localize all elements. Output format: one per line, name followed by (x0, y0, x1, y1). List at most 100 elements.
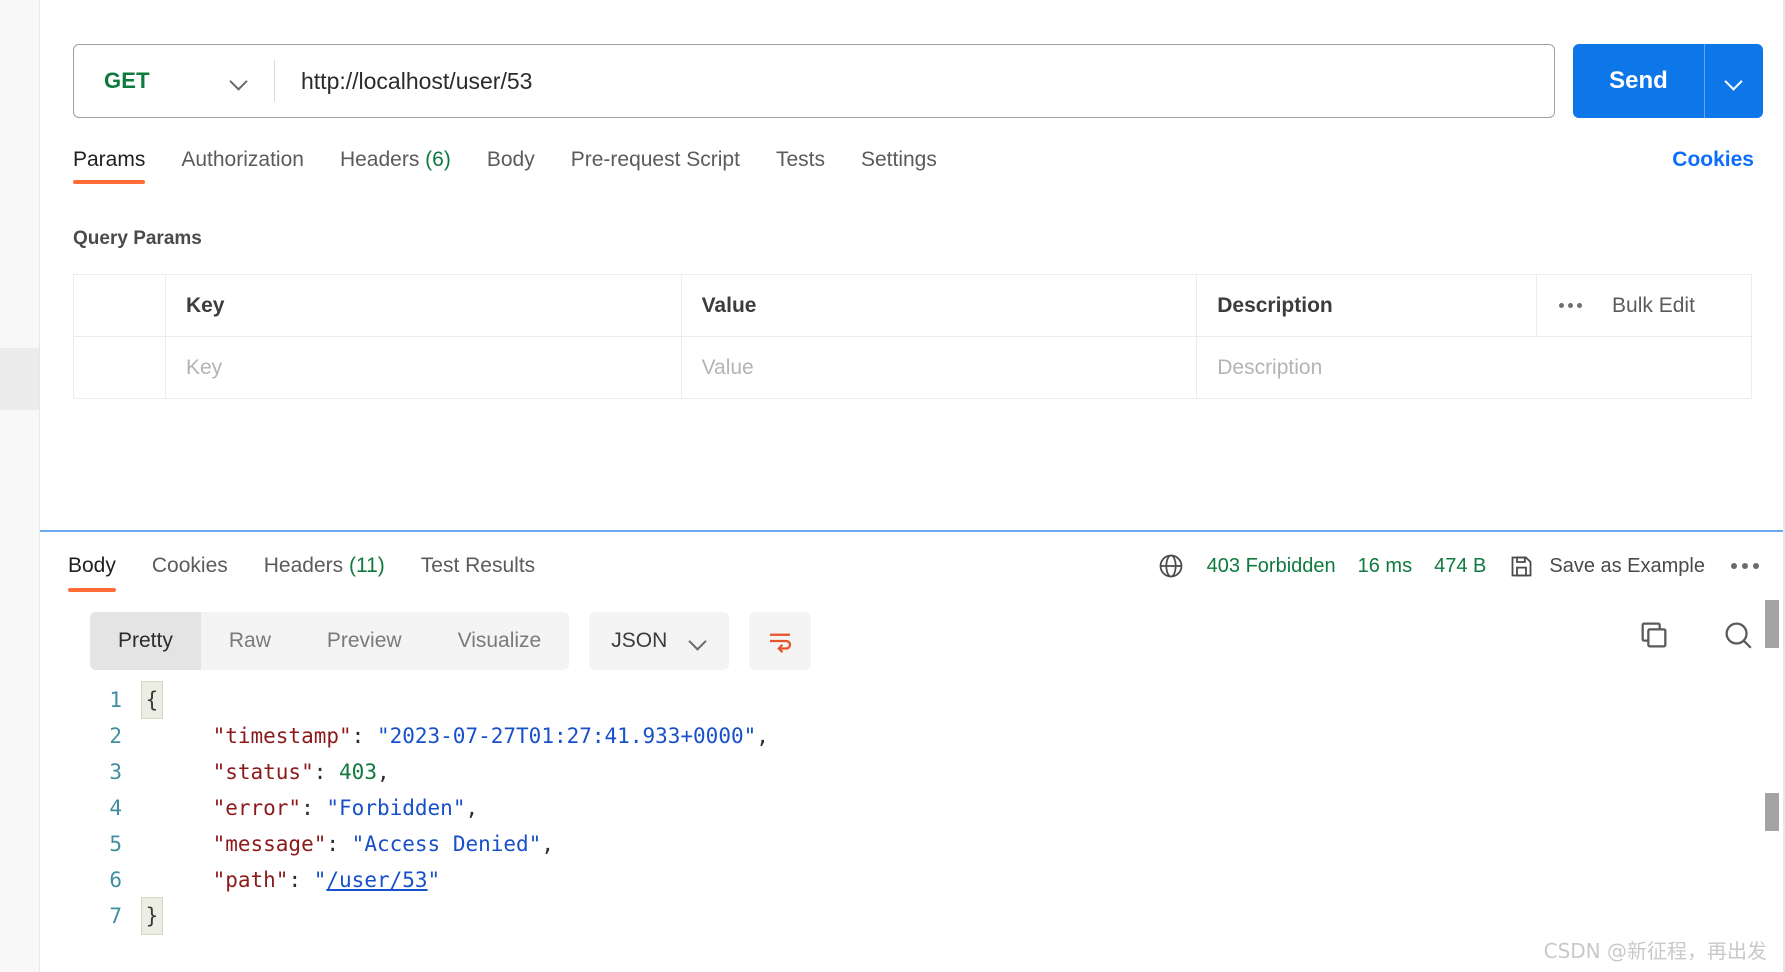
line-number: 1 (109, 688, 122, 712)
url-input[interactable] (275, 45, 1554, 117)
code-token: : (301, 796, 327, 820)
response-meta: 403 Forbidden 16 ms 474 B Save as Exampl… (1157, 552, 1759, 580)
bulk-edit-button[interactable]: Bulk Edit (1612, 294, 1695, 318)
request-tab-label: Params (73, 148, 146, 171)
send-button[interactable]: Send (1573, 44, 1763, 118)
request-tab-pre-request-script[interactable]: Pre-request Script (553, 148, 758, 184)
word-wrap-button[interactable] (749, 612, 812, 670)
response-scroll-thumb-bottom[interactable] (1765, 793, 1779, 831)
save-as-example-button[interactable]: Save as Example (1508, 553, 1705, 580)
request-tab-settings[interactable]: Settings (843, 148, 955, 184)
response-size: 474 B (1434, 554, 1487, 577)
ellipsis-icon[interactable] (1559, 303, 1583, 308)
row-value-input[interactable]: Value (680, 336, 1198, 399)
response-scroll-thumb-top[interactable] (1765, 600, 1779, 648)
status-badge: 403 Forbidden (1206, 554, 1336, 577)
code-token: "2023-07-27T01:27:41.933+0000" (376, 724, 757, 748)
request-tab-body[interactable]: Body (469, 148, 553, 184)
request-tab-authorization[interactable]: Authorization (163, 148, 322, 184)
code-token: : (351, 724, 377, 748)
request-tab-label: Settings (860, 148, 937, 171)
response-body-toolbar: Pretty Raw Preview Visualize JSON (90, 612, 812, 670)
format-select[interactable]: JSON (589, 612, 730, 670)
response-tab-body[interactable]: Body (68, 554, 134, 592)
chevron-down-icon (1725, 72, 1743, 90)
send-options-button[interactable] (1705, 72, 1763, 90)
ellipsis-icon[interactable] (1731, 563, 1759, 569)
table-row[interactable]: Key Value Description (73, 336, 1752, 399)
response-tab-headers[interactable]: Headers (11) (246, 554, 403, 592)
view-mode-group: Pretty Raw Preview Visualize (90, 612, 570, 670)
bulk-edit-cell[interactable]: Bulk Edit (1536, 274, 1752, 337)
line-number: 6 (109, 868, 122, 892)
request-tab-label: Headers (339, 148, 420, 171)
header-description: Description (1196, 274, 1538, 337)
watermark: CSDN @新征程，再出发 (1543, 939, 1767, 963)
code-token: " (313, 868, 327, 892)
code-token: : (313, 760, 340, 784)
code-line: 4 "error": "Forbidden", (80, 790, 1769, 826)
response-tab-label: Test Results (420, 554, 536, 577)
response-tab-label: Headers (263, 554, 344, 577)
request-tab-params[interactable]: Params (73, 148, 163, 184)
code-token: , (541, 832, 554, 856)
code-line-text: "path": "/user/53" (162, 862, 441, 898)
search-icon[interactable] (1721, 618, 1755, 652)
line-number: 7 (109, 904, 122, 928)
view-mode-pretty[interactable]: Pretty (90, 612, 201, 670)
code-token: : (326, 832, 352, 856)
view-mode-raw[interactable]: Raw (201, 612, 299, 670)
response-tabs: Body Cookies Headers (11) Test Results (68, 554, 553, 592)
floppy-disk-icon (1511, 556, 1532, 576)
left-scroll-thumb[interactable] (0, 348, 39, 410)
code-line-text: "timestamp": "2023-07-27T01:27:41.933+00… (162, 718, 769, 754)
body-action-icons (1637, 618, 1755, 652)
row-description-input[interactable]: Description (1196, 336, 1752, 399)
chevron-down-icon (689, 632, 707, 650)
request-tab-label: Authorization (181, 148, 304, 171)
query-params-title: Query Params (73, 228, 202, 249)
request-tab-label: Tests (775, 148, 825, 171)
code-line: 1{ (80, 681, 1769, 719)
method-selector[interactable]: GET (74, 45, 274, 117)
request-pane: GET Send Params Authorization Headers (6) B… (40, 0, 1785, 530)
view-mode-preview[interactable]: Preview (299, 612, 430, 670)
copy-icon[interactable] (1637, 618, 1671, 652)
request-tab-headers[interactable]: Headers (6) (322, 148, 469, 184)
code-token: " (427, 868, 441, 892)
code-token: 403 (339, 760, 377, 784)
code-token: "timestamp" (212, 724, 352, 748)
code-token: "message" (212, 832, 327, 856)
response-tab-cookies[interactable]: Cookies (134, 554, 246, 592)
code-fold-marker[interactable]: } (141, 897, 163, 935)
response-tab-count: (11) (348, 554, 385, 577)
code-line: 2 "timestamp": "2023-07-27T01:27:41.933+… (80, 718, 1769, 754)
request-tab-label: Body (486, 148, 535, 171)
response-body-code[interactable]: 1{2 "timestamp": "2023-07-27T01:27:41.93… (80, 681, 1769, 972)
cookies-link[interactable]: Cookies (1672, 148, 1754, 172)
postman-window: GET Send Params Authorization Headers (6) B… (0, 0, 1785, 972)
save-as-example-label: Save as Example (1549, 554, 1705, 577)
code-line: 5 "message": "Access Denied", (80, 826, 1769, 862)
view-mode-visualize[interactable]: Visualize (430, 612, 570, 670)
code-token: "status" (212, 760, 314, 784)
left-scroll-rail[interactable] (0, 0, 40, 972)
header-value: Value (680, 274, 1198, 337)
code-line-text: "status": 403, (162, 754, 390, 790)
code-fold-marker[interactable]: { (141, 681, 163, 719)
request-tab-tests[interactable]: Tests (758, 148, 843, 184)
row-key-input[interactable]: Key (164, 336, 682, 399)
code-token: "error" (212, 796, 302, 820)
line-number: 5 (109, 832, 122, 856)
code-token: "path" (212, 868, 289, 892)
response-time: 16 ms (1357, 554, 1413, 577)
format-label: JSON (611, 629, 668, 652)
row-checkbox[interactable] (73, 336, 166, 399)
response-tab-test-results[interactable]: Test Results (403, 554, 553, 592)
line-number: 3 (109, 760, 122, 784)
code-link[interactable]: /user/53 (326, 868, 427, 892)
method-label: GET (104, 68, 150, 93)
